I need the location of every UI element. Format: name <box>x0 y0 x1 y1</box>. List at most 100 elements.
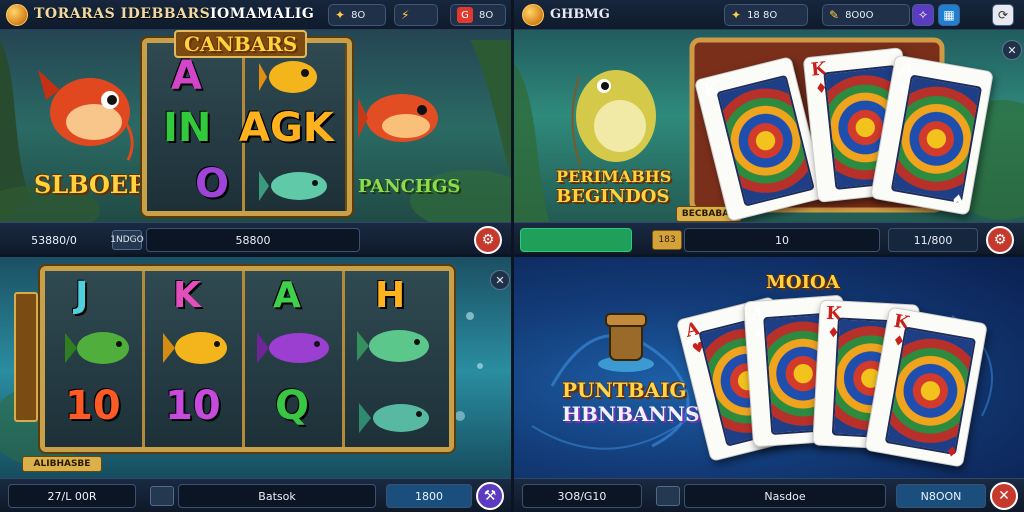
bottom-bar: 3O8/G10 Nasdoe N8OON ✕ <box>512 478 1024 512</box>
bottom-bar: 183 10 11/800 ⚙ <box>512 222 1024 256</box>
panel-divider-horizontal <box>0 254 1024 257</box>
symbol-agk: AGK <box>239 105 334 151</box>
shop-icon: G <box>457 7 473 23</box>
coin-icon: ✦ <box>335 8 346 22</box>
bet-tag[interactable] <box>150 486 174 506</box>
symbol-o: O <box>195 161 230 207</box>
yellow-fish-icon <box>259 61 317 93</box>
symbol-q: Q <box>275 383 310 429</box>
brand-logo-icon <box>6 4 28 26</box>
side-banner <box>14 292 38 422</box>
bottom-badge: ALIBHASBE <box>22 456 102 472</box>
symbol-h: H <box>375 275 406 316</box>
bet-value-field[interactable]: Batsok <box>178 484 376 508</box>
orange-fish-icon <box>358 94 438 142</box>
bottom-bar: 27/L 00R Batsok 1800 ⚒ <box>0 478 512 512</box>
tools-icon: ⚒ <box>483 488 497 504</box>
green-fish-icon <box>65 332 129 364</box>
brand-name: GHBMG <box>550 7 610 22</box>
game-title: IOMAMALIG <box>210 6 315 22</box>
pencil-icon: ✎ <box>829 8 840 22</box>
bottom-bar: 53880/0 1NDGO 58800 ⚙ <box>0 222 512 256</box>
apps-icon: ▦ <box>943 8 955 22</box>
game-panel-cards-treasure: MOIOA PUNTBAIG HBNBANNS A ♥ A ♠ K ♦ K ♦ … <box>512 256 1024 512</box>
balance-field: 53880/0 <box>31 233 77 247</box>
teal-fish-icon <box>357 330 429 362</box>
spin-button[interactable]: ⚒ <box>476 482 504 510</box>
green-fish-icon <box>259 171 327 201</box>
game-panel-underwater-slots: ✕ J K A H 10 10 Q ALIBHASBE 27/L 00R Bat… <box>0 256 512 512</box>
left-title: SLBOEP <box>34 170 147 199</box>
symbol-a: A <box>171 53 202 99</box>
bet-tag[interactable]: 1NDGO <box>110 230 144 250</box>
total-field: 11/800 <box>888 228 978 252</box>
total-field: 1800 <box>386 484 472 508</box>
card-suit-bottom: ♦ <box>944 443 960 462</box>
symbol-k: K <box>173 275 201 316</box>
purple-fish-icon <box>257 333 329 363</box>
treasure-artifact-icon <box>598 313 654 372</box>
close-icon: ✕ <box>1007 43 1017 57</box>
title-top: MOIOA <box>766 272 840 293</box>
symbol-j: J <box>75 275 89 316</box>
coin-icon: ✦ <box>731 8 742 22</box>
coins-value: 8O <box>351 9 366 21</box>
play-button[interactable] <box>520 228 632 252</box>
refresh-icon: ⟳ <box>997 8 1009 22</box>
brand-name: TORARAS IDEBBARS <box>34 6 211 22</box>
gems-pill[interactable]: G 8O <box>450 4 506 26</box>
gems-pill[interactable]: ✎ 8O0O <box>822 4 910 26</box>
purple-button[interactable]: ✧ <box>912 4 934 26</box>
bass-fish-icon <box>571 70 656 167</box>
bet-value-field[interactable]: 58800 <box>146 228 360 252</box>
title-line-1: PERIMABHS <box>556 167 672 186</box>
symbol-a: A <box>273 275 301 316</box>
refresh-button[interactable]: ⟳ <box>992 4 1014 26</box>
close-round-button[interactable]: ✕ <box>990 482 1018 510</box>
symbol-10-b: 10 <box>165 383 221 429</box>
top-bar: GHBMG ✦ 18 8O ✎ 8O0O ✧ ▦ ⟳ <box>512 0 1024 30</box>
coins-value: 18 8O <box>747 9 778 21</box>
gems-value: 8O0O <box>845 9 874 21</box>
close-button[interactable]: ✕ <box>490 270 510 290</box>
brand-logo-icon <box>522 4 544 26</box>
settings-button[interactable]: ⚙ <box>474 226 502 254</box>
title-line-2: BEGINDOS <box>556 186 670 207</box>
bet-value-field[interactable]: 10 <box>684 228 880 252</box>
title-line-2: HBNBANNS <box>562 402 700 426</box>
settings-button[interactable]: ⚙ <box>986 226 1014 254</box>
title-line-1: PUNTBAIG <box>562 378 687 402</box>
symbol-in: IN <box>163 105 212 151</box>
coins-pill[interactable]: ✦ 18 8O <box>724 4 808 26</box>
top-bar: TORARAS IDEBBARS IOMAMALIG ✦ 8O ⚡ G 8O <box>0 0 512 30</box>
bet-tag[interactable] <box>656 486 680 506</box>
game-panel-fish-slots: TORARAS IDEBBARS IOMAMALIG ✦ 8O ⚡ G 8O S… <box>0 0 512 256</box>
sparkle-icon: ✧ <box>917 8 929 22</box>
gems-value: 8O <box>479 9 494 21</box>
bet-value-field[interactable]: Nasdoe <box>684 484 886 508</box>
card-art <box>716 74 815 207</box>
bonus-pill[interactable]: ⚡ <box>394 4 438 26</box>
symbol-10-a: 10 <box>65 383 121 429</box>
balance-field: 27/L 00R <box>8 484 136 508</box>
robot-icon: ⚙ <box>481 232 495 248</box>
reel-title: CANBARS <box>174 30 308 58</box>
blue-fish-icon <box>359 403 429 433</box>
balance-field: 3O8/G10 <box>522 484 642 508</box>
cross-icon: ✕ <box>998 488 1010 504</box>
card-suit-bottom: ♠ <box>950 191 966 210</box>
slot-reels: A IN AGK O <box>142 38 352 216</box>
close-button[interactable]: ✕ <box>1002 40 1022 60</box>
red-fish-icon <box>38 70 134 161</box>
robot-icon: ⚙ <box>993 232 1007 248</box>
slot-reels: J K A H 10 10 Q <box>40 266 454 452</box>
bet-tag[interactable]: 183 <box>652 230 682 250</box>
total-field: N8OON <box>896 484 986 508</box>
wand-icon: ⚡ <box>401 8 410 22</box>
yellow-fish-icon <box>163 332 227 364</box>
blue-button[interactable]: ▦ <box>938 4 960 26</box>
right-title: PANCHGS <box>358 176 461 197</box>
coins-pill[interactable]: ✦ 8O <box>328 4 386 26</box>
game-panel-fish-cards: GHBMG ✦ 18 8O ✎ 8O0O ✧ ▦ ⟳ ✕ PERIMABHS B… <box>512 0 1024 256</box>
close-icon: ✕ <box>495 273 505 287</box>
